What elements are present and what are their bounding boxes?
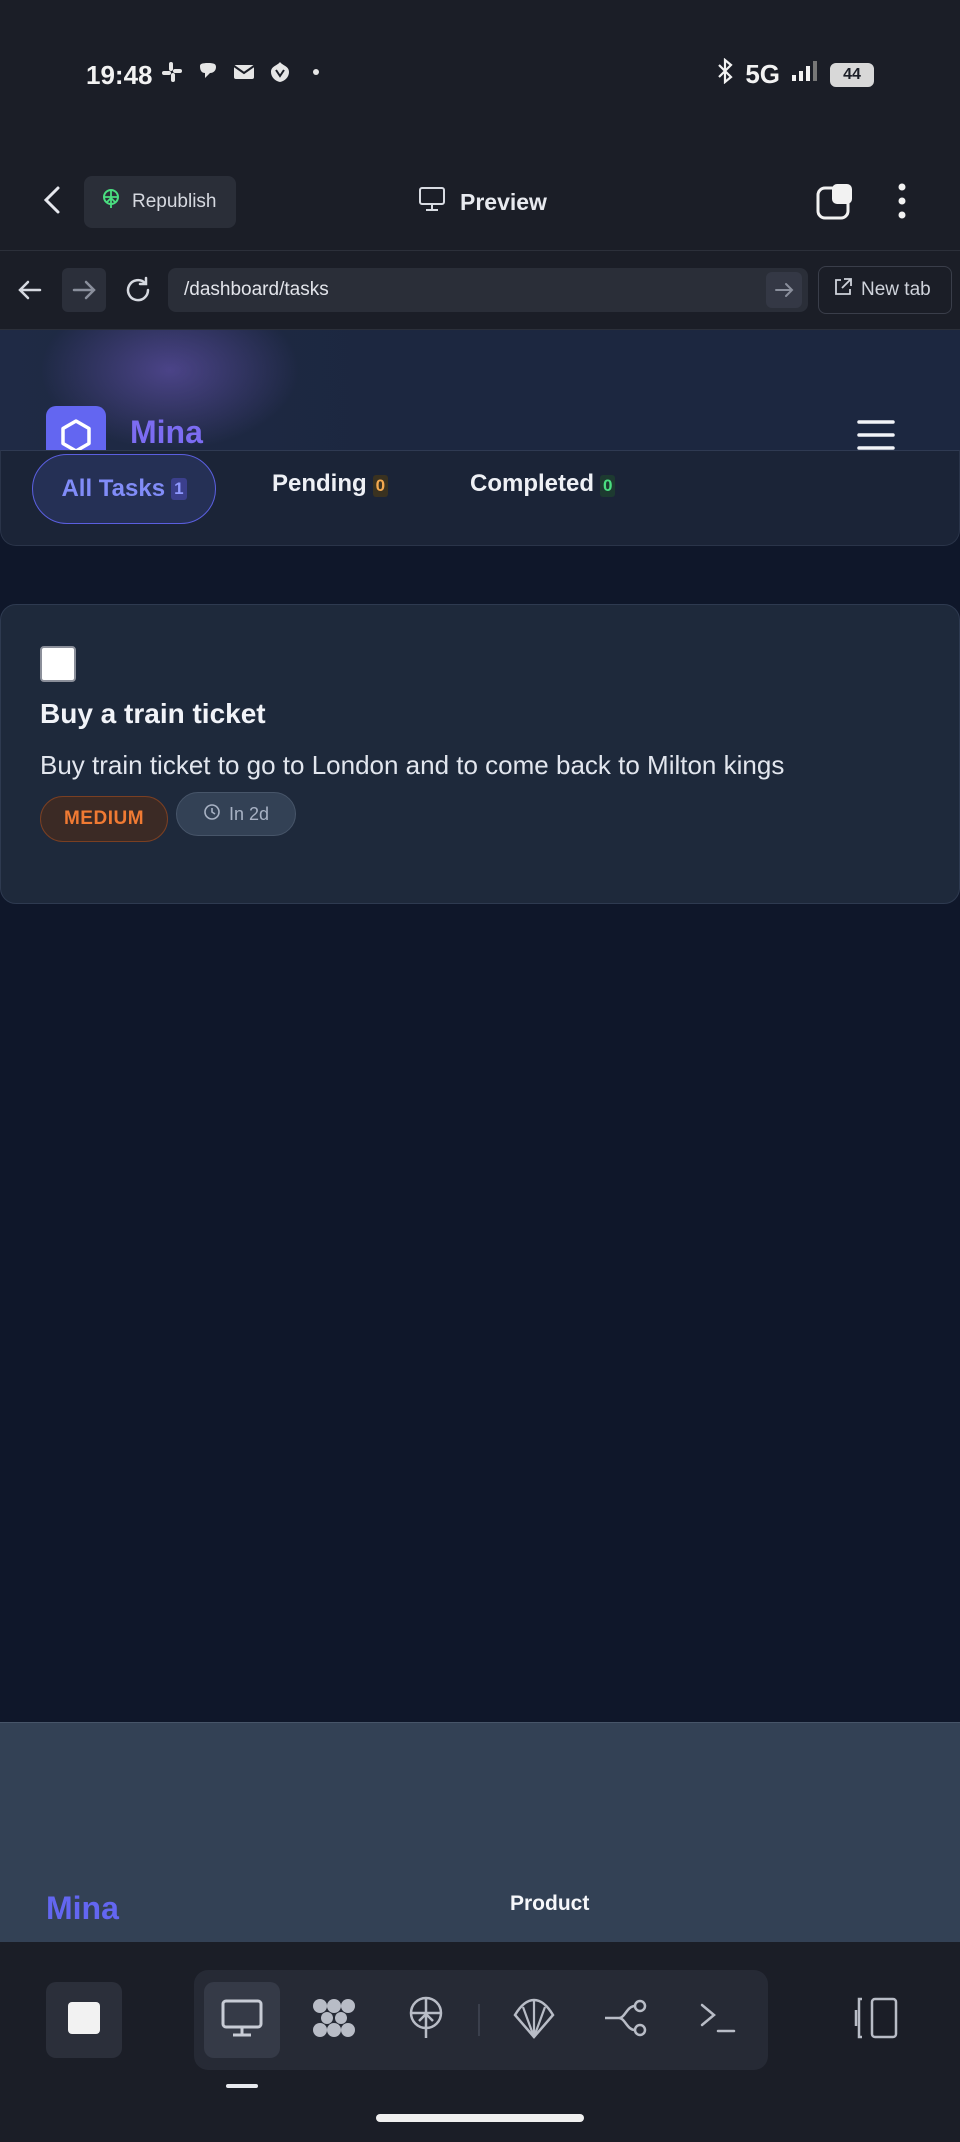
publish-tab[interactable] (388, 1982, 464, 2058)
status-notification-icons (160, 60, 328, 84)
dot-icon (304, 60, 328, 84)
tab-all-tasks[interactable]: All Tasks 1 (32, 454, 216, 524)
web-content: Mina All Tasks 1 Pending 0 Completed 0 B… (0, 330, 960, 1722)
terminal-tab[interactable] (680, 1982, 756, 2058)
browser-forward-icon[interactable] (62, 268, 106, 312)
back-button[interactable] (36, 182, 72, 218)
slack-icon (160, 60, 184, 84)
status-time: 19:48 (86, 60, 153, 90)
due-badge: In 2d (176, 792, 296, 836)
tab-pending[interactable]: Pending 0 (272, 470, 389, 498)
toolbar-divider (478, 2004, 480, 2036)
task-description: Buy train ticket to go to London and to … (40, 750, 785, 780)
tab-label: All Tasks (61, 475, 166, 502)
brand-name[interactable]: Mina (130, 414, 203, 451)
apps-icon (310, 1996, 358, 2045)
menu-icon[interactable] (856, 418, 896, 452)
new-tab-label: New tab (861, 279, 931, 300)
more-options-icon[interactable] (892, 182, 912, 220)
tab-completed[interactable]: Completed 0 (470, 470, 616, 498)
panel-toggle-button[interactable] (852, 1996, 900, 2040)
desktop-tab[interactable] (204, 1982, 280, 2058)
republish-label: Republish (132, 191, 217, 212)
reload-icon[interactable] (122, 274, 154, 306)
new-tab-button[interactable]: New tab (818, 266, 952, 314)
mail-icon (232, 60, 256, 84)
tab-count: 0 (372, 475, 389, 497)
desktop-icon (220, 1998, 264, 2043)
status-right: 5G 44 (715, 57, 874, 91)
panel-icon (852, 1997, 900, 2044)
preview-label: Preview (460, 188, 547, 215)
task-title: Buy a train ticket (40, 698, 266, 729)
terminal-icon (698, 2001, 738, 2040)
shell-icon (511, 1997, 557, 2044)
site-footer (0, 1722, 960, 1942)
stop-button[interactable] (46, 1982, 122, 2058)
browser-back-icon[interactable] (14, 274, 46, 306)
tab-label: Completed (470, 470, 595, 497)
chat-icon (196, 60, 220, 84)
battery-icon: 44 (830, 62, 874, 87)
url-go-icon[interactable] (766, 272, 802, 308)
bank-icon (268, 60, 292, 84)
preview-title[interactable]: Preview (418, 186, 547, 218)
network-label: 5G (745, 59, 780, 89)
apps-tab[interactable] (296, 1982, 372, 2058)
globe-upload-icon (100, 188, 122, 216)
tab-count: 1 (171, 478, 187, 500)
branch-tab[interactable] (588, 1982, 664, 2058)
stop-icon (67, 2001, 101, 2040)
url-input[interactable]: /dashboard/tasks (168, 268, 808, 312)
bluetooth-icon (715, 57, 735, 91)
signal-icon (790, 59, 820, 90)
republish-button[interactable]: Republish (84, 176, 236, 228)
external-link-icon (833, 277, 853, 303)
priority-badge: MEDIUM (40, 796, 168, 842)
tab-switcher-button[interactable] (816, 182, 854, 220)
branch-icon (603, 1998, 649, 2043)
footer-product-heading: Product (510, 1892, 590, 1915)
active-tab-indicator (226, 2084, 258, 2088)
publish-icon (406, 1995, 446, 2046)
task-checkbox[interactable] (40, 646, 76, 682)
due-label: In 2d (228, 803, 270, 824)
tab-label: Pending (272, 470, 367, 497)
shell-tab[interactable] (496, 1982, 572, 2058)
clock-icon (203, 803, 221, 826)
home-indicator[interactable] (376, 2114, 584, 2122)
footer-brand[interactable]: Mina (46, 1890, 119, 1927)
monitor-icon (418, 186, 446, 218)
tab-count: 0 (600, 475, 616, 497)
